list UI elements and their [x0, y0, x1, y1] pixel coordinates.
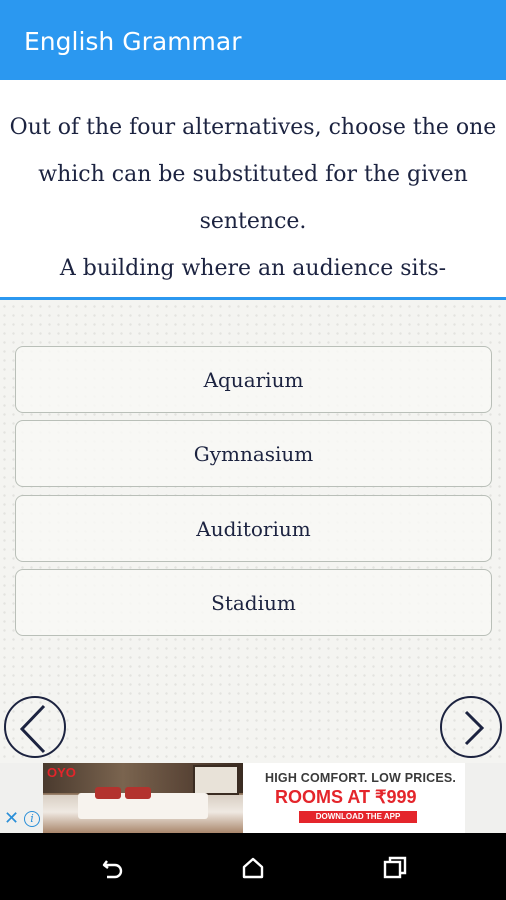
option-label: Aquarium [203, 367, 304, 392]
chevron-right-icon [464, 710, 485, 746]
back-icon[interactable] [98, 853, 128, 883]
previous-button[interactable] [4, 696, 66, 758]
option-button-4[interactable]: Stadium [15, 569, 492, 636]
option-button-2[interactable]: Gymnasium [15, 420, 492, 487]
app-title: English Grammar [24, 27, 242, 56]
ad-brand-logo: OYO [47, 765, 76, 780]
question-line: Out of the four alternatives, choose the… [9, 115, 497, 140]
ad-headline: HIGH COMFORT. LOW PRICES. [265, 771, 457, 785]
question-panel: Out of the four alternatives, choose the… [0, 80, 506, 300]
ad-content[interactable]: OYO HIGH COMFORT. LOW PRICES. ROOMS AT ₹… [43, 763, 465, 833]
question-line: sentence. [199, 209, 307, 234]
system-navigation-bar [0, 833, 506, 900]
home-icon[interactable] [238, 853, 268, 883]
ad-hotel-image: OYO [43, 763, 243, 833]
next-button[interactable] [440, 696, 502, 758]
option-button-1[interactable]: Aquarium [15, 346, 492, 413]
option-label: Stadium [211, 590, 296, 615]
ad-offer: ROOMS AT ₹999 [275, 787, 417, 807]
question-prompt: A building where an audience sits- [59, 256, 447, 281]
recents-icon[interactable] [380, 853, 410, 883]
app-bar: English Grammar [0, 0, 506, 80]
option-label: Gymnasium [193, 441, 314, 466]
option-button-3[interactable]: Auditorium [15, 495, 492, 562]
ad-banner[interactable]: OYO HIGH COMFORT. LOW PRICES. ROOMS AT ₹… [0, 763, 506, 833]
chevron-left-icon [19, 704, 46, 754]
info-icon[interactable]: i [24, 811, 40, 827]
question-line: which can be substituted for the given [38, 162, 468, 187]
option-label: Auditorium [196, 516, 311, 541]
ad-cta-button[interactable]: DOWNLOAD THE APP [299, 811, 417, 823]
close-icon[interactable]: ✕ [4, 809, 19, 829]
